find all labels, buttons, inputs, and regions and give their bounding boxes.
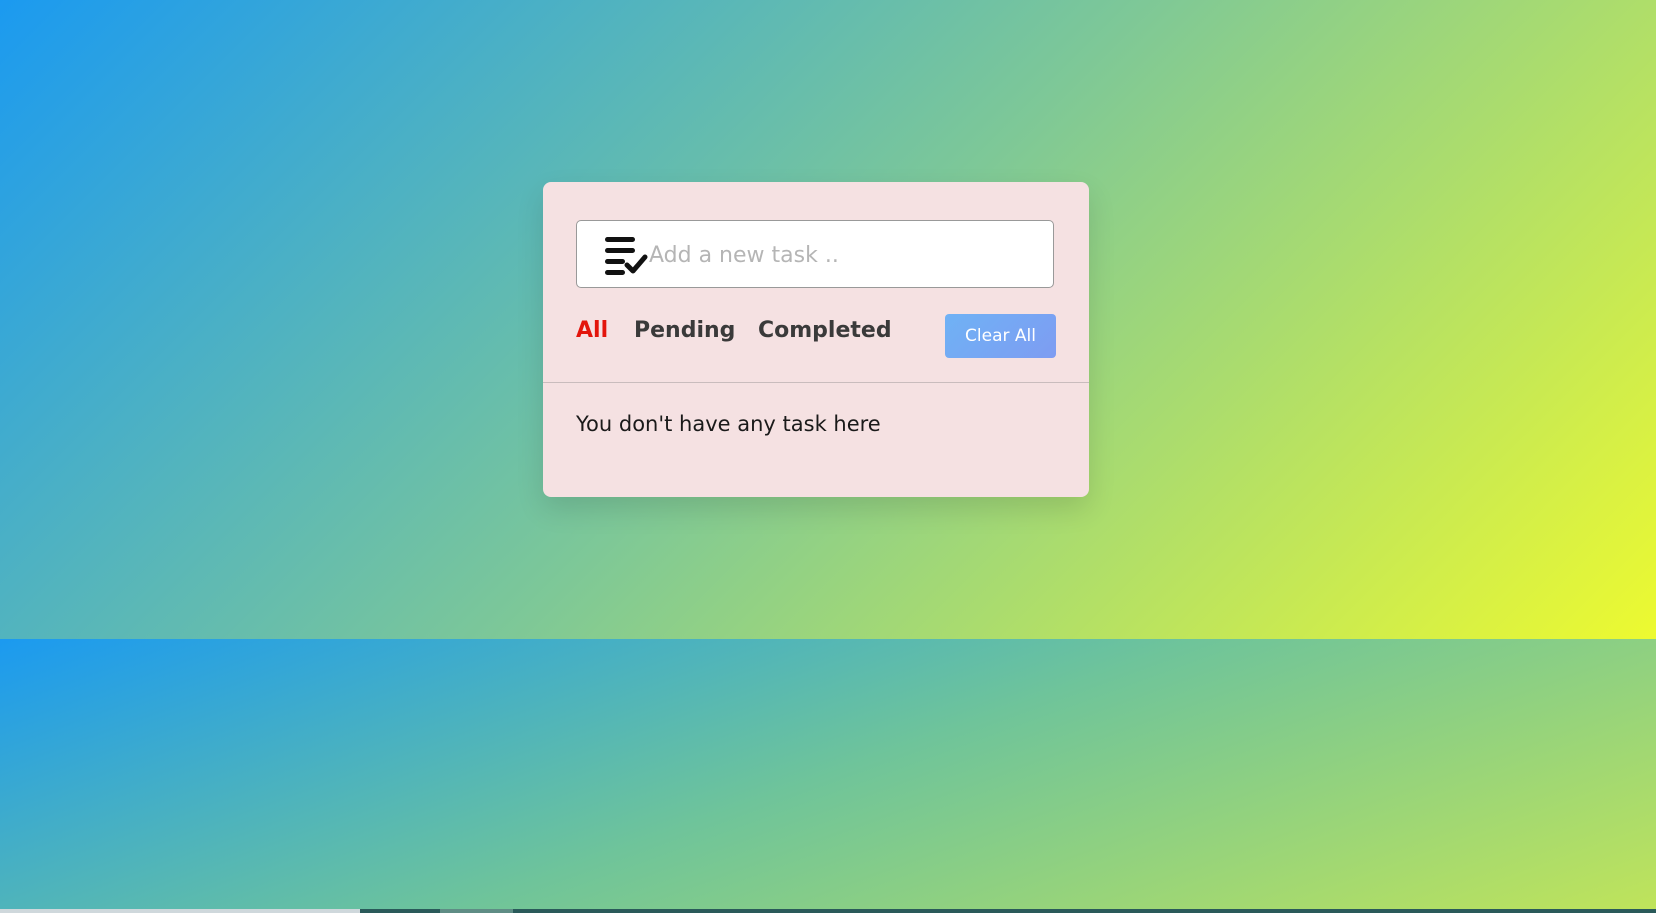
task-input[interactable]: [649, 235, 1039, 275]
taskbar-segment: [0, 909, 360, 913]
taskbar-segment: [440, 909, 513, 913]
todo-card: All Pending Completed Clear All You don'…: [543, 182, 1089, 497]
task-input-container[interactable]: [576, 220, 1054, 288]
page-background-lower: [0, 639, 1656, 913]
filter-pending[interactable]: Pending: [634, 318, 735, 343]
divider: [543, 382, 1089, 383]
filter-all[interactable]: All: [576, 318, 608, 343]
empty-task-message: You don't have any task here: [576, 412, 881, 436]
filter-completed[interactable]: Completed: [758, 318, 892, 343]
clear-all-button[interactable]: Clear All: [945, 314, 1056, 358]
task-list-check-icon: [605, 237, 649, 275]
